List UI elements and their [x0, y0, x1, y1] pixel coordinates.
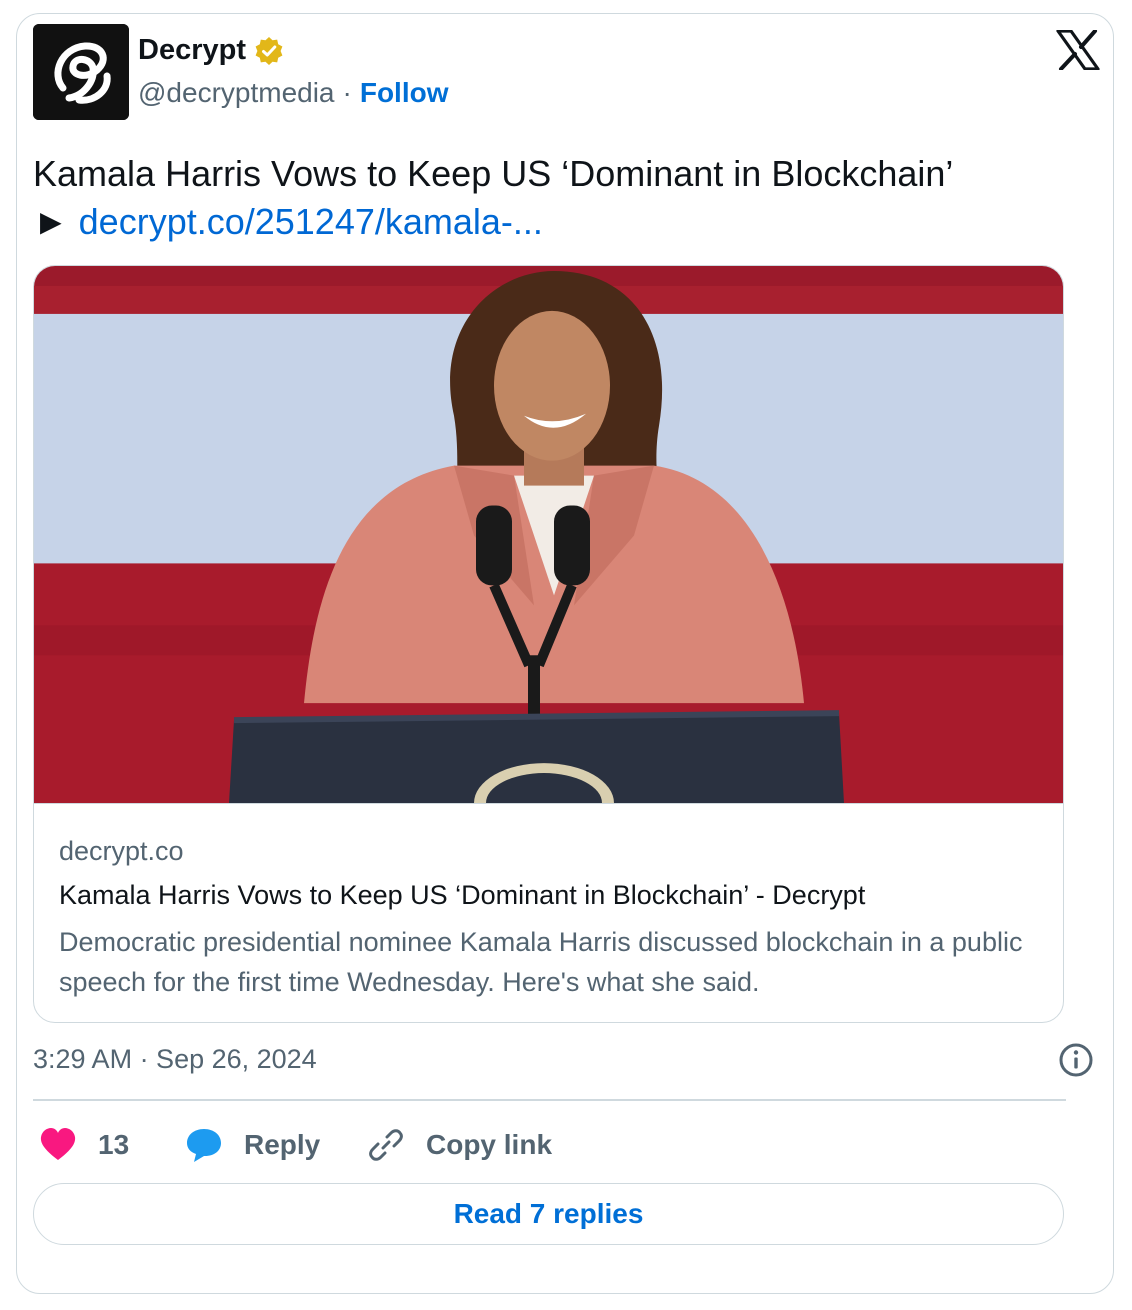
heart-icon	[40, 1128, 76, 1160]
reply-button[interactable]: Reply	[184, 1125, 320, 1165]
info-icon[interactable]	[1058, 1042, 1094, 1078]
reply-label: Reply	[244, 1129, 321, 1160]
speech-bubble-icon	[187, 1129, 221, 1162]
author-handle[interactable]: @decryptmedia	[138, 77, 335, 109]
copy-link-label: Copy link	[426, 1129, 553, 1160]
link-chain-icon	[369, 1129, 403, 1161]
link-preview-card[interactable]: decrypt.co Kamala Harris Vows to Keep US…	[33, 265, 1064, 1023]
author-handle-row: @decryptmedia · Follow	[138, 77, 449, 109]
tweet-text: Kamala Harris Vows to Keep US ‘Dominant …	[33, 150, 1073, 246]
separator-dot: ·	[342, 77, 352, 108]
gold-verified-badge-icon	[255, 36, 283, 65]
tweet-headline: Kamala Harris Vows to Keep US ‘Dominant …	[33, 153, 954, 194]
tweet-timestamp[interactable]: 3:29 AM · Sep 26, 2024	[33, 1044, 317, 1075]
x-logo-icon[interactable]	[1056, 30, 1100, 70]
copy-link-button[interactable]: Copy link	[366, 1125, 552, 1165]
tweet-link[interactable]: decrypt.co/251247/kamala-...	[79, 201, 543, 242]
author-avatar[interactable]	[33, 24, 129, 120]
card-description: Democratic presidential nominee Kamala H…	[59, 927, 1023, 997]
photo-kamala-harris-at-podium	[34, 266, 1063, 804]
divider	[33, 1099, 1066, 1101]
arrow-glyph: ►	[33, 201, 69, 242]
card-title: Kamala Harris Vows to Keep US ‘Dominant …	[59, 880, 866, 910]
card-domain: decrypt.co	[59, 836, 184, 866]
follow-button[interactable]: Follow	[360, 77, 449, 109]
author-name-row: Decrypt	[138, 34, 284, 67]
like-button[interactable]: 13	[38, 1125, 129, 1165]
author-name[interactable]: Decrypt	[138, 34, 246, 67]
read-replies-button[interactable]: Read 7 replies	[33, 1183, 1064, 1245]
like-count: 13	[98, 1129, 130, 1160]
decrypt-logo-icon	[33, 24, 129, 120]
